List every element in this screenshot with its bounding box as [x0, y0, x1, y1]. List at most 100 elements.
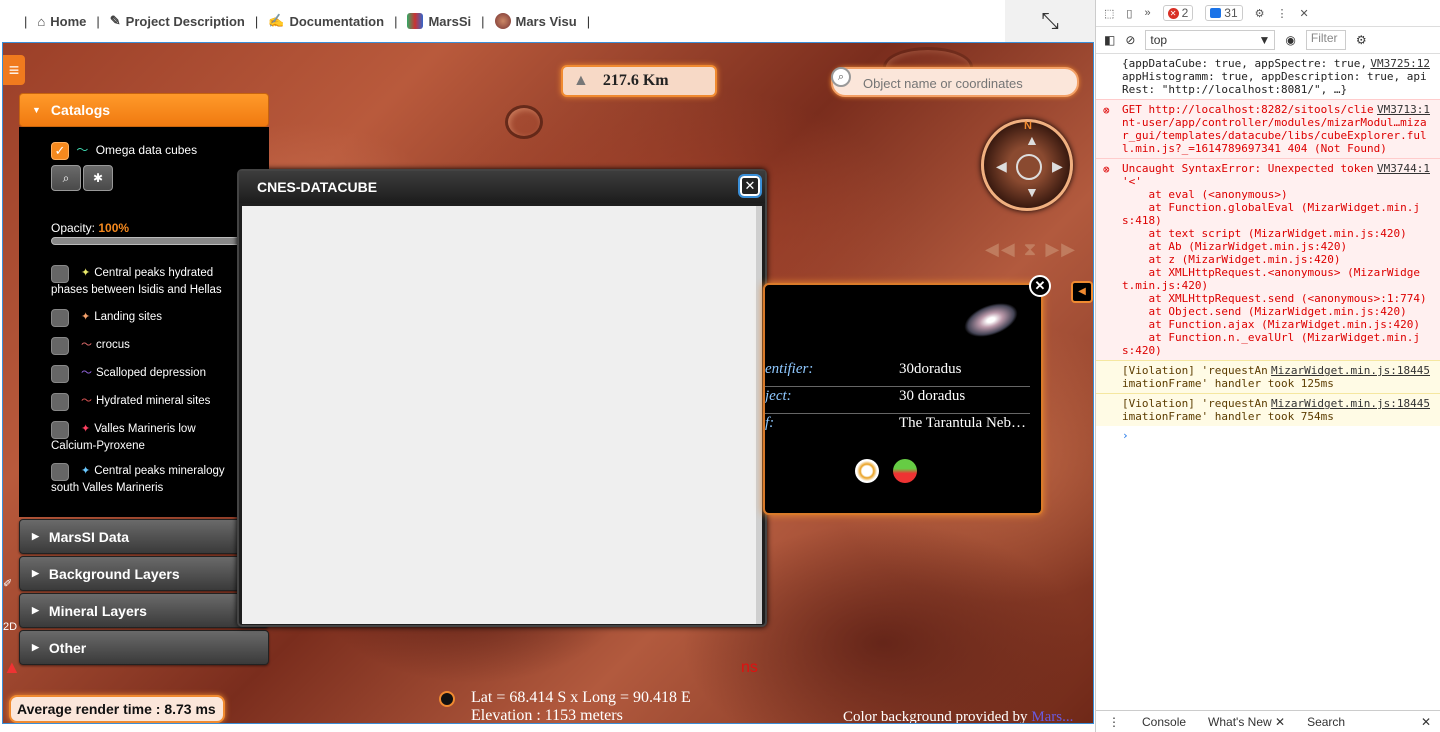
search-icon[interactable]: ⌕ — [831, 67, 851, 87]
home-icon: ⌂ — [37, 13, 46, 29]
filter-input[interactable]: Filter — [1305, 30, 1346, 50]
render-time: Average render time : 8.73 ms — [9, 695, 225, 723]
status-text: ns — [741, 659, 758, 676]
close-icon[interactable]: ✕ — [738, 174, 762, 198]
chevron-right-icon: ▶ — [32, 531, 39, 541]
search-box: ⌕ — [831, 67, 1079, 97]
opacity-slider[interactable] — [51, 237, 241, 245]
chevron-right-icon: ▶ — [32, 642, 39, 652]
time-controls[interactable]: ◀◀ ⧗ ▶▶ — [985, 239, 1077, 260]
arrow-down-icon[interactable]: ▼ — [1025, 184, 1039, 200]
context-select[interactable]: top ▼ — [1145, 30, 1276, 50]
menu-icon[interactable]: ≡ — [3, 55, 25, 85]
kebab-menu-icon[interactable]: ⋮ — [1108, 715, 1120, 729]
section-header[interactable]: ▶ Other — [19, 630, 269, 665]
credit-link[interactable]: Mars... — [1031, 709, 1073, 723]
layer-symbol-icon: 〜 — [81, 367, 92, 379]
nav-home[interactable]: ⌂ Home — [37, 14, 86, 29]
datacube-content — [242, 206, 757, 624]
error-count-badge[interactable]: ✕ 2 — [1162, 5, 1194, 21]
tab-whats-new[interactable]: What's New ✕ — [1208, 715, 1285, 729]
nav-project-description[interactable]: ✎ Project Description — [110, 13, 245, 29]
magnifier-icon[interactable] — [855, 459, 879, 483]
search-cube-button[interactable]: ⌕ — [51, 165, 81, 191]
distance-indicator: ▲ 217.6 Km — [561, 65, 717, 97]
compass-control[interactable]: N ▲ ▼ ◀ ▶ — [981, 119, 1073, 211]
catalogs-header[interactable]: ▼ Catalogs — [19, 93, 269, 127]
document-icon: ✍ — [268, 13, 285, 28]
caret-down-icon: ▼ — [1258, 33, 1271, 47]
galaxy-thumbnail — [959, 296, 1023, 344]
tab-console[interactable]: Console — [1142, 715, 1186, 729]
search-input[interactable] — [863, 74, 1063, 92]
section-header[interactable]: ▶ Background Layers — [19, 556, 269, 591]
nav-mars-visu[interactable]: Mars Visu — [494, 13, 577, 29]
devtools-panel: ⬚ ▯ » ✕ 2 31 ⚙ ⋮ ✕ ◧ ⊘ top ▼ ◉ Filter ⚙ VM… — [1095, 0, 1440, 732]
compass-center[interactable] — [1016, 154, 1042, 180]
arrow-left-icon[interactable]: ◀ — [996, 158, 1007, 175]
north-label: N — [1024, 120, 1032, 132]
message-count-badge[interactable]: 31 — [1205, 5, 1243, 21]
device-icon[interactable]: ▯ — [1126, 7, 1132, 20]
omega-cube-checkbox[interactable]: ✓ — [51, 141, 69, 160]
gear-icon[interactable]: ⚙ — [1255, 7, 1265, 20]
coordinates-readout: Lat = 68.414 S x Long = 90.418 E Elevatio… — [471, 689, 691, 724]
gear-icon[interactable]: ⚙ — [1356, 33, 1367, 47]
log-entry[interactable]: MizarWidget.min.js:18445 [Violation] 'req… — [1096, 360, 1440, 393]
eye-icon[interactable]: ◉ — [1285, 33, 1295, 47]
warning-icon: ▲ — [3, 657, 21, 677]
chevron-left-icon[interactable]: ◀ — [1071, 281, 1093, 303]
chevron-down-icon: ▼ — [32, 105, 41, 115]
top-navigation: | ⌂ Home | ✎ Project Description | ✍ Docume… — [0, 0, 1005, 42]
pencil-icon: ✎ — [109, 13, 121, 28]
edit-tool-icon[interactable]: ✐ — [3, 577, 21, 599]
kebab-menu-icon[interactable]: ⋮ — [1277, 7, 1288, 20]
info-identifier-row: entifier: 30doradus — [765, 361, 1030, 387]
arrow-right-icon[interactable]: ▶ — [1052, 158, 1063, 175]
line-layer-icon: 〜 — [76, 143, 89, 157]
log-entry[interactable]: ⊗ VM3744:1 Uncaught SyntaxError: Unexpecte… — [1096, 158, 1440, 360]
nav-documentation[interactable]: ✍ Documentation — [268, 13, 384, 29]
layer-symbol-icon: ✦ — [81, 423, 91, 435]
tab-search[interactable]: Search — [1307, 715, 1345, 729]
console-log: VM3725:12 {appDataCube: true, appSpectre:… — [1096, 54, 1440, 426]
chevron-right-icon: ▶ — [32, 568, 39, 578]
chevron-right-icon: ▶ — [32, 605, 39, 615]
crater — [505, 105, 543, 139]
exit-fullscreen-icon[interactable]: ⤡ — [1005, 0, 1095, 42]
section-header[interactable]: ▶ MarsSI Data — [19, 519, 269, 554]
error-icon: ⊗ — [1103, 163, 1110, 176]
mars-globe-view[interactable]: ≡ ▼ Catalogs ✓ 〜 Omega data cubes ⌕ ✱ Opac… — [2, 42, 1094, 724]
object-info-popup: entifier: 30doradus ject: 30 doradus f: The… — [763, 283, 1043, 515]
inspect-icon[interactable]: ⬚ — [1104, 7, 1114, 20]
catalogs-body: ✓ 〜 Omega data cubes ⌕ ✱ Opacity: 100% ✦ C… — [19, 127, 269, 517]
console-prompt[interactable]: › — [1096, 426, 1440, 445]
clear-console-icon[interactable]: ⊘ — [1125, 33, 1135, 47]
log-entry[interactable]: VM3725:12 {appDataCube: true, appSpectre:… — [1096, 54, 1440, 99]
cube-tools: ⌕ ✱ — [51, 165, 115, 191]
location-icon — [439, 691, 455, 707]
datacube-title: CNES-DATACUBE — [239, 171, 765, 203]
log-entry[interactable]: MizarWidget.min.js:18445 [Violation] 'req… — [1096, 393, 1440, 426]
arrow-up-icon[interactable]: ▲ — [1025, 132, 1039, 148]
close-icon[interactable]: ✕ — [1421, 715, 1431, 729]
layer-symbol-icon: ✦ — [81, 465, 91, 477]
info-object-row: ject: 30 doradus — [765, 388, 1030, 414]
scrollbar[interactable] — [756, 206, 762, 624]
datacube-icon[interactable] — [893, 459, 917, 483]
layer-symbol-icon: ✦ — [81, 267, 91, 279]
2d-toggle-icon[interactable]: 2D — [3, 621, 21, 643]
close-icon[interactable]: ✕ — [1300, 7, 1309, 20]
more-tabs-icon[interactable]: » — [1144, 7, 1150, 19]
layer-symbol-icon: 〜 — [81, 395, 92, 407]
wrench-icon[interactable]: ✱ — [83, 165, 113, 191]
sidebar-toggle-icon[interactable]: ◧ — [1104, 33, 1115, 47]
devtools-toolbar: ⬚ ▯ » ✕ 2 31 ⚙ ⋮ ✕ — [1096, 0, 1440, 27]
layer-symbol-icon: ✦ — [81, 311, 91, 323]
nav-marssi[interactable]: MarsSi — [407, 13, 471, 29]
close-icon[interactable]: ✕ — [1029, 275, 1051, 297]
section-header[interactable]: ▶ Mineral Layers — [19, 593, 269, 628]
marssi-icon — [407, 13, 424, 29]
sections: ▶ MarsSI Data ▶ Background Layers ▶ Mineral L… — [19, 519, 269, 665]
log-entry[interactable]: ⊗ VM3713:1 GET http://localhost:8282/sitoo… — [1096, 99, 1440, 158]
